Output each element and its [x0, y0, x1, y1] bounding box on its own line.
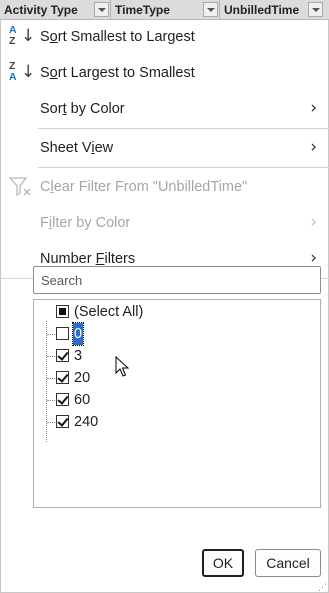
dropdown-arrow-icon[interactable] — [308, 2, 323, 17]
list-item[interactable]: 3 — [34, 345, 314, 367]
value-checkbox[interactable] — [56, 393, 69, 406]
menu-label-sort-ascending: Sort Smallest to Largest — [40, 29, 195, 45]
value-checkbox[interactable] — [56, 349, 69, 362]
list-item-label: 3 — [74, 348, 83, 364]
cancel-button[interactable]: Cancel — [255, 549, 321, 577]
mouse-pointer-icon — [115, 356, 129, 377]
column-header-bar: Activity Type TimeType UnbilledTime — [0, 0, 329, 20]
chevron-right-icon: › — [310, 212, 317, 232]
menu-label-sort-by-color: Sort by Color — [40, 101, 125, 117]
sort-descending-icon: Z A ↓ — [9, 60, 36, 83]
list-item-label: 60 — [74, 392, 91, 408]
clear-filter-icon — [9, 177, 31, 197]
list-item[interactable]: 20 — [34, 367, 314, 389]
list-item-label: 20 — [74, 370, 91, 386]
chevron-right-icon: › — [310, 98, 317, 118]
menu-item-clear-filter[interactable]: Clear Filter From "UnbilledTime" — [0, 169, 327, 205]
list-item-label: (Select All) — [74, 304, 144, 320]
select-all-checkbox[interactable] — [56, 305, 69, 318]
menu-separator — [38, 167, 329, 168]
list-item-label: 240 — [74, 414, 99, 430]
header-unbilledtime[interactable]: UnbilledTime — [220, 0, 308, 20]
menu-item-sheet-view[interactable]: Sheet View › — [0, 130, 327, 166]
menu-item-sort-by-color[interactable]: Sort by Color › — [0, 91, 327, 127]
filter-value-list[interactable]: (Select All) 0 3 20 60 240 — [33, 299, 321, 508]
header-timetype[interactable]: TimeType — [111, 0, 203, 20]
value-checkbox[interactable] — [56, 327, 69, 340]
search-input[interactable] — [33, 266, 321, 294]
value-checkbox[interactable] — [56, 371, 69, 384]
value-checkbox[interactable] — [56, 415, 69, 428]
resize-grip-icon[interactable]: ⋰ — [318, 582, 327, 593]
sort-ascending-icon: A Z ↓ — [9, 24, 36, 47]
dropdown-arrow-icon[interactable] — [203, 2, 218, 17]
dropdown-arrow-icon[interactable] — [94, 2, 109, 17]
menu-item-sort-descending[interactable]: Z A ↓ Sort Largest to Smallest — [0, 55, 327, 91]
list-item[interactable]: 240 — [34, 411, 314, 433]
menu-separator — [38, 128, 329, 129]
chevron-right-icon: › — [310, 137, 317, 157]
menu-label-filter-by-color: Filter by Color — [40, 215, 131, 231]
menu-label-sheet-view: Sheet View — [40, 140, 114, 156]
menu-item-filter-by-color[interactable]: Filter by Color › — [0, 205, 327, 241]
list-item[interactable]: 60 — [34, 389, 314, 411]
menu-label-clear-filter: Clear Filter From "UnbilledTime" — [40, 179, 248, 195]
ok-button[interactable]: OK — [202, 549, 244, 577]
list-item-label: 0 — [71, 322, 85, 346]
list-item[interactable]: 0 — [34, 322, 314, 346]
menu-item-sort-ascending[interactable]: A Z ↓ Sort Smallest to Largest — [0, 19, 327, 55]
header-activity-type[interactable]: Activity Type — [0, 0, 94, 20]
menu-label-sort-descending: Sort Largest to Smallest — [40, 65, 195, 81]
list-item-select-all[interactable]: (Select All) — [34, 301, 314, 323]
